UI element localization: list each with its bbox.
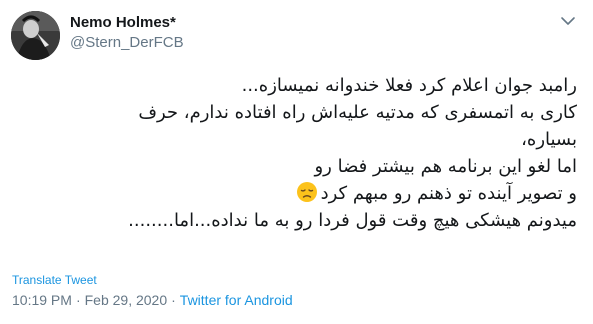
display-name[interactable]: Nemo Holmes* xyxy=(70,13,184,33)
separator: · xyxy=(75,292,81,308)
tweet-time[interactable]: 10:19 PM xyxy=(12,292,72,308)
separator: · xyxy=(171,292,176,308)
tweet-line: رامبد جوان اعلام کرد فعلا خندوانه نمیساز… xyxy=(241,75,577,96)
username[interactable]: @Stern_DerFCB xyxy=(70,33,184,53)
tweet-date[interactable]: Feb 29, 2020 xyxy=(85,292,168,308)
tweet-card: Nemo Holmes* @Stern_DerFCB رامبد جوان اع… xyxy=(0,0,593,324)
tweet-text: رامبد جوان اعلام کرد فعلا خندوانه نمیساز… xyxy=(12,72,577,234)
translate-tweet-link[interactable]: Translate Tweet xyxy=(12,273,97,287)
tweet-line: بسیاره، xyxy=(521,129,577,150)
user-info: Nemo Holmes* @Stern_DerFCB xyxy=(70,13,184,53)
disappointed-face-emoji xyxy=(296,182,317,202)
chevron-down-icon[interactable] xyxy=(559,12,577,30)
tweet-line: کاری به اتمسفری که مدتیه علیه‌اش راه افت… xyxy=(138,102,577,123)
tweet-line: و تصویر آینده تو ذهنم رو مبهم کرد xyxy=(320,183,577,204)
avatar-photo xyxy=(11,11,60,60)
tweet-source-link[interactable]: Twitter for Android xyxy=(180,292,293,308)
tweet-metadata: 10:19 PM · Feb 29, 2020 · Twitter for Androi… xyxy=(12,291,293,309)
avatar[interactable] xyxy=(11,11,60,60)
tweet-line: میدونم هیشکی هیچ وقت قول فردا رو به ما ن… xyxy=(128,210,577,231)
tweet-line: اما لغو این برنامه هم بیشتر فضا رو xyxy=(314,156,577,177)
tweet-line-with-emoji: و تصویر آینده تو ذهنم رو مبهم کرد xyxy=(12,180,577,207)
